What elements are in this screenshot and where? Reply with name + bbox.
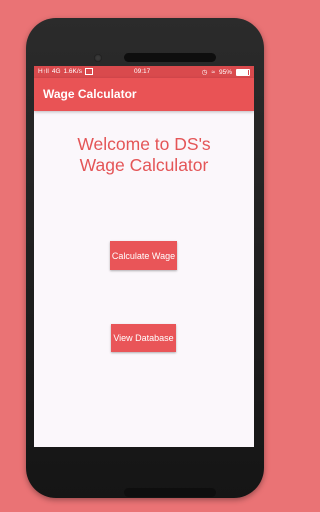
- welcome-line-2: Wage Calculator: [79, 155, 209, 175]
- signal-icon: H↑ll: [38, 68, 49, 75]
- camera-icon: [94, 54, 102, 62]
- network-label: 4G: [51, 68, 61, 75]
- welcome-line-1: Welcome to DS's: [77, 134, 211, 154]
- app-title: Wage Calculator: [43, 87, 137, 101]
- app-screen: H↑ll 4G 1.6K/s 09:17 ◷ ≈ 95% Wage Calcul…: [34, 66, 254, 447]
- earpiece-speaker: [124, 53, 216, 62]
- status-right: ◷ ≈ 95%: [202, 68, 250, 76]
- bottom-speaker: [124, 488, 216, 497]
- status-bar: H↑ll 4G 1.6K/s 09:17 ◷ ≈ 95%: [34, 66, 254, 78]
- status-left: H↑ll 4G 1.6K/s: [38, 68, 93, 75]
- battery-percent: 95%: [218, 68, 232, 76]
- message-icon: [84, 68, 93, 75]
- network-speed: 1.6K/s: [63, 68, 82, 75]
- app-bar: Wage Calculator: [34, 78, 254, 111]
- view-database-button[interactable]: View Database: [111, 324, 176, 352]
- alarm-icon: ◷: [201, 69, 208, 76]
- calculate-wage-button[interactable]: Calculate Wage: [110, 241, 177, 270]
- wifi-icon: ≈: [211, 68, 215, 76]
- status-time: 09:17: [134, 68, 151, 75]
- welcome-heading: Welcome to DS's Wage Calculator: [34, 134, 254, 176]
- battery-icon: [236, 68, 250, 76]
